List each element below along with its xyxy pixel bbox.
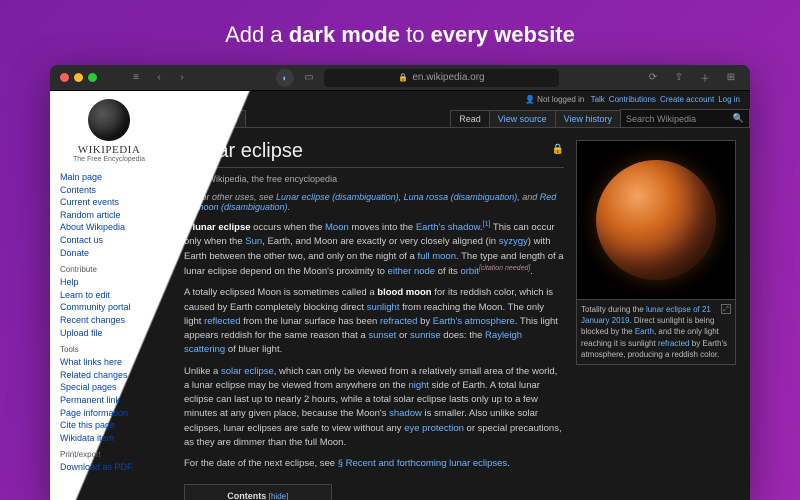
maximize-window-button[interactable] [88, 73, 97, 82]
close-window-button[interactable] [60, 73, 69, 82]
reload-button[interactable]: ⟳ [644, 70, 662, 86]
hatnote-link[interactable]: Luna rossa (disambiguation) [404, 192, 518, 202]
sidebar-link-about-wikipedia[interactable]: About Wikipedia [60, 221, 158, 234]
from-line: From Wikipedia, the free encyclopedia [184, 174, 564, 184]
search-input[interactable]: Search Wikipedia 🔍 [620, 109, 750, 127]
sidebar-link-help[interactable]: Help [60, 276, 158, 289]
body-p4: For the date of the next eclipse, see § … [184, 457, 564, 471]
wiki-link[interactable]: either node [388, 266, 436, 277]
sidebar-link-page-information[interactable]: Page information [60, 407, 158, 420]
sidebar-link-contents[interactable]: Contents [60, 184, 158, 197]
user-bar: 👤 Not logged in Talk Contributions Create … [170, 91, 750, 108]
sidebar-link-special-pages[interactable]: Special pages [60, 381, 158, 394]
tab-article[interactable]: Article [170, 110, 213, 127]
infobox: ⤢ Totality during the lunar eclipse of 2… [576, 140, 736, 500]
page-content: WIKIPEDIA The Free Encyclopedia Main pag… [50, 91, 750, 500]
url-text: en.wikipedia.org [412, 72, 484, 83]
wiki-link[interactable]: reflected [204, 316, 240, 327]
sidebar-link-donate[interactable]: Donate [60, 247, 158, 260]
titlebar: ≡ ‹ › ◐ ▭ 🔒 en.wikipedia.org ⟳ ⇧ ＋ ⊞ [50, 65, 750, 91]
wiki-link[interactable]: Sun [245, 236, 262, 247]
userbar-link-talk[interactable]: Talk [591, 95, 605, 104]
sidebar-link-contact-us[interactable]: Contact us [60, 234, 158, 247]
wiki-link[interactable]: syzygy [499, 236, 528, 247]
sidebar-link-download-as-pdf[interactable]: Download as PDF [60, 461, 158, 474]
wiki-link[interactable]: night [408, 380, 429, 391]
body-p3: Unlike a solar eclipse, which can only b… [184, 365, 564, 451]
user-icon: 👤 [525, 95, 535, 104]
padlock-icon: 🔒 [552, 144, 564, 155]
wiki-sidebar: WIKIPEDIA The Free Encyclopedia Main pag… [50, 91, 168, 500]
back-button[interactable]: ‹ [150, 70, 168, 86]
sidebar-link-learn-to-edit[interactable]: Learn to edit [60, 289, 158, 302]
sidebar-link-recent-changes[interactable]: Recent changes [60, 314, 158, 327]
wiki-logo[interactable]: WIKIPEDIA The Free Encyclopedia [60, 99, 158, 163]
toc-hide-link[interactable]: [hide] [269, 492, 289, 500]
sidebar-link-related-changes[interactable]: Related changes [60, 369, 158, 382]
body-p1: A lunar eclipse occurs when the Moon mov… [184, 220, 564, 279]
tab-talk[interactable]: Talk [212, 110, 246, 127]
minimize-window-button[interactable] [74, 73, 83, 82]
wiki-globe-icon [88, 99, 130, 141]
hero-tagline: Add a dark mode to every website [0, 22, 800, 48]
page-title: Lunar eclipse 🔒 [184, 140, 564, 168]
wiki-link[interactable]: lunar eclipse of 21 January 2019 [581, 305, 711, 325]
wiki-link[interactable]: § Recent and forthcoming lunar eclipses [338, 458, 508, 469]
share-button[interactable]: ⇧ [670, 70, 688, 86]
tab-view-history[interactable]: View history [555, 110, 621, 127]
body-p2: A totally eclipsed Moon is sometimes cal… [184, 286, 564, 357]
search-icon[interactable]: 🔍 [733, 113, 744, 124]
wiki-link[interactable]: solar eclipse [221, 366, 274, 377]
wiki-link[interactable]: Earth's shadow [416, 222, 480, 233]
extension-darkmode-button[interactable]: ◐ [276, 69, 294, 87]
sidebar-link-current-events[interactable]: Current events [60, 196, 158, 209]
lock-icon: 🔒 [398, 73, 408, 82]
page-tabs: ArticleTalk ReadView sourceView history … [170, 108, 750, 128]
wiki-link[interactable]: orbit [460, 266, 478, 277]
wiki-link[interactable]: eye protection [404, 423, 464, 434]
wiki-link[interactable]: refracted [658, 339, 690, 348]
moon-graphic [596, 160, 716, 280]
privacy-shield-button[interactable]: ▭ [300, 70, 318, 86]
sidebar-toggle-button[interactable]: ≡ [127, 70, 145, 86]
toc-box: Contents [hide] 1 Types of lunar eclipse… [184, 484, 332, 500]
tab-view-source[interactable]: View source [489, 110, 556, 127]
userbar-link-contributions[interactable]: Contributions [609, 95, 656, 104]
userbar-link-log-in[interactable]: Log in [718, 95, 740, 104]
sidebar-link-random-article[interactable]: Random article [60, 209, 158, 222]
browser-window: ≡ ‹ › ◐ ▭ 🔒 en.wikipedia.org ⟳ ⇧ ＋ ⊞ WIK… [50, 65, 750, 500]
sidebar-link-main-page[interactable]: Main page [60, 171, 158, 184]
sidebar-link-community-portal[interactable]: Community portal [60, 301, 158, 314]
wiki-link[interactable]: sunset [368, 330, 396, 341]
wiki-link[interactable]: Earth's atmosphere [433, 316, 515, 327]
magnify-icon[interactable]: ⤢ [721, 304, 731, 314]
wiki-link[interactable]: full moon [417, 251, 456, 262]
wiki-link[interactable]: Moon [325, 222, 349, 233]
hatnote-link[interactable]: Lunar eclipse (disambiguation) [276, 192, 399, 202]
sidebar-link-what-links-here[interactable]: What links here [60, 356, 158, 369]
sidebar-link-wikidata-item[interactable]: Wikidata item [60, 432, 158, 445]
wiki-link[interactable]: sunlight [367, 302, 400, 313]
lead-image[interactable] [576, 140, 736, 300]
userbar-link-create-account[interactable]: Create account [660, 95, 714, 104]
wiki-link[interactable]: refracted [380, 316, 418, 327]
tabs-overview-button[interactable]: ⊞ [722, 70, 740, 86]
new-tab-button[interactable]: ＋ [696, 70, 714, 86]
wiki-link[interactable]: sunrise [410, 330, 441, 341]
image-caption: ⤢ Totality during the lunar eclipse of 2… [576, 300, 736, 365]
not-logged-in-label: Not logged in [537, 95, 584, 104]
wiki-link[interactable]: Earth [635, 327, 654, 336]
tab-read[interactable]: Read [450, 110, 490, 127]
forward-button[interactable]: › [173, 70, 191, 86]
hatnote: For other uses, see Lunar eclipse (disam… [184, 192, 564, 212]
wiki-link[interactable]: Rayleigh scattering [184, 330, 522, 355]
sidebar-link-upload-file[interactable]: Upload file [60, 327, 158, 340]
sidebar-link-cite-this-page[interactable]: Cite this page [60, 419, 158, 432]
wiki-link[interactable]: shadow [389, 408, 422, 419]
sidebar-link-permanent-link[interactable]: Permanent link [60, 394, 158, 407]
url-bar[interactable]: 🔒 en.wikipedia.org [324, 69, 559, 87]
